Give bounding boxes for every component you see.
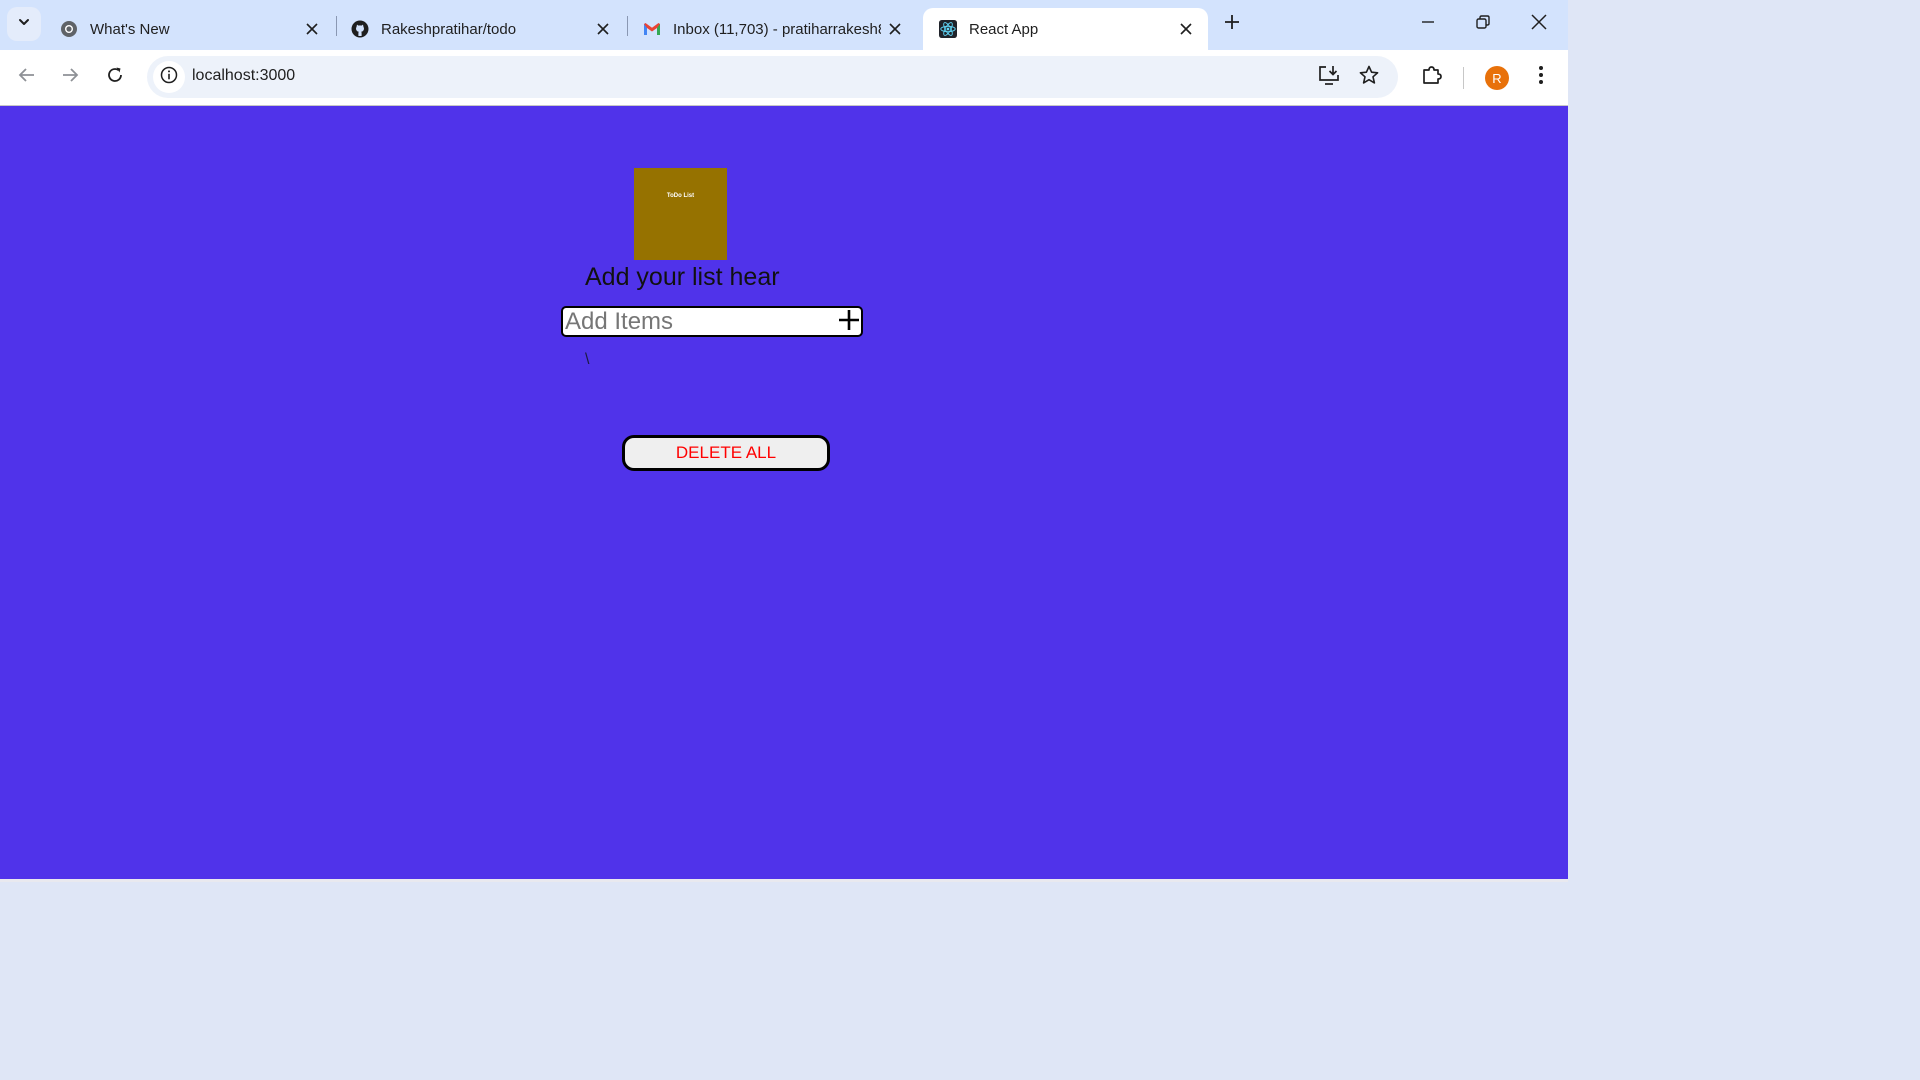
restore-icon (1476, 14, 1490, 34)
arrow-left-icon (18, 66, 36, 89)
plus-icon (1224, 14, 1240, 35)
close-icon[interactable] (1178, 21, 1194, 37)
install-icon (1318, 65, 1340, 90)
todo-logo-image: ToDo List (634, 168, 727, 260)
new-tab-button[interactable] (1218, 10, 1246, 38)
gmail-icon (643, 20, 661, 38)
profile-avatar[interactable]: R (1485, 66, 1509, 90)
tab-title: Rakeshpratihar/todo (381, 20, 517, 38)
tab-strip: What's New Rakeshpratihar/todo Inbox (11… (0, 0, 1568, 50)
plus-icon (838, 309, 860, 336)
add-item-field (561, 306, 863, 337)
forward-button[interactable] (55, 62, 85, 92)
tab-title: React App (969, 20, 1039, 38)
page-heading: Add your list hear (585, 263, 780, 291)
extensions-button[interactable] (1417, 62, 1447, 92)
address-url[interactable]: localhost:3000 (192, 67, 295, 85)
chrome-icon (60, 20, 78, 38)
close-icon[interactable] (595, 21, 611, 37)
more-vert-icon (1538, 65, 1544, 90)
minimize-button[interactable] (1410, 6, 1446, 42)
arrow-right-icon (61, 66, 79, 89)
site-info-button[interactable] (153, 61, 185, 93)
window-bottom-edge (0, 879, 1568, 882)
react-icon (939, 20, 957, 38)
address-bar[interactable]: localhost:3000 (147, 56, 1398, 98)
delete-all-button[interactable]: DELETE ALL (622, 435, 830, 471)
browser-menu-button[interactable] (1527, 62, 1555, 92)
tab-react-app[interactable]: React App (923, 8, 1208, 50)
tab-search-button[interactable] (7, 7, 41, 41)
tab-gmail-inbox[interactable]: Inbox (11,703) - pratiharrakesh8 (627, 8, 917, 50)
close-icon (1531, 13, 1547, 35)
star-icon (1359, 65, 1379, 90)
reload-icon (106, 66, 124, 89)
restore-button[interactable] (1465, 6, 1501, 42)
info-icon (160, 66, 178, 89)
bookmark-button[interactable] (1354, 62, 1384, 92)
tab-title: What's New (90, 20, 170, 38)
tab-title: Inbox (11,703) - pratiharrakesh8 (673, 20, 881, 38)
toolbar-separator (1463, 67, 1464, 89)
tab-whats-new[interactable]: What's New (44, 8, 334, 50)
close-icon[interactable] (887, 21, 903, 37)
github-icon (351, 20, 369, 38)
tab-github[interactable]: Rakeshpratihar/todo (335, 8, 625, 50)
add-items-input[interactable] (563, 308, 835, 335)
browser-toolbar: localhost:3000 R (0, 50, 1568, 106)
todo-app: ToDo List Add your list hear \ DELETE AL… (0, 106, 1568, 882)
close-window-button[interactable] (1521, 6, 1557, 42)
logo-text: ToDo List (666, 193, 695, 199)
reload-button[interactable] (100, 62, 130, 92)
chevron-down-icon (17, 15, 31, 34)
minimize-icon (1421, 15, 1435, 34)
stray-text: \ (585, 351, 590, 368)
add-item-button[interactable] (837, 309, 861, 335)
install-app-button[interactable] (1314, 62, 1344, 92)
close-icon[interactable] (304, 21, 320, 37)
back-button[interactable] (12, 62, 42, 92)
puzzle-icon (1422, 65, 1442, 90)
